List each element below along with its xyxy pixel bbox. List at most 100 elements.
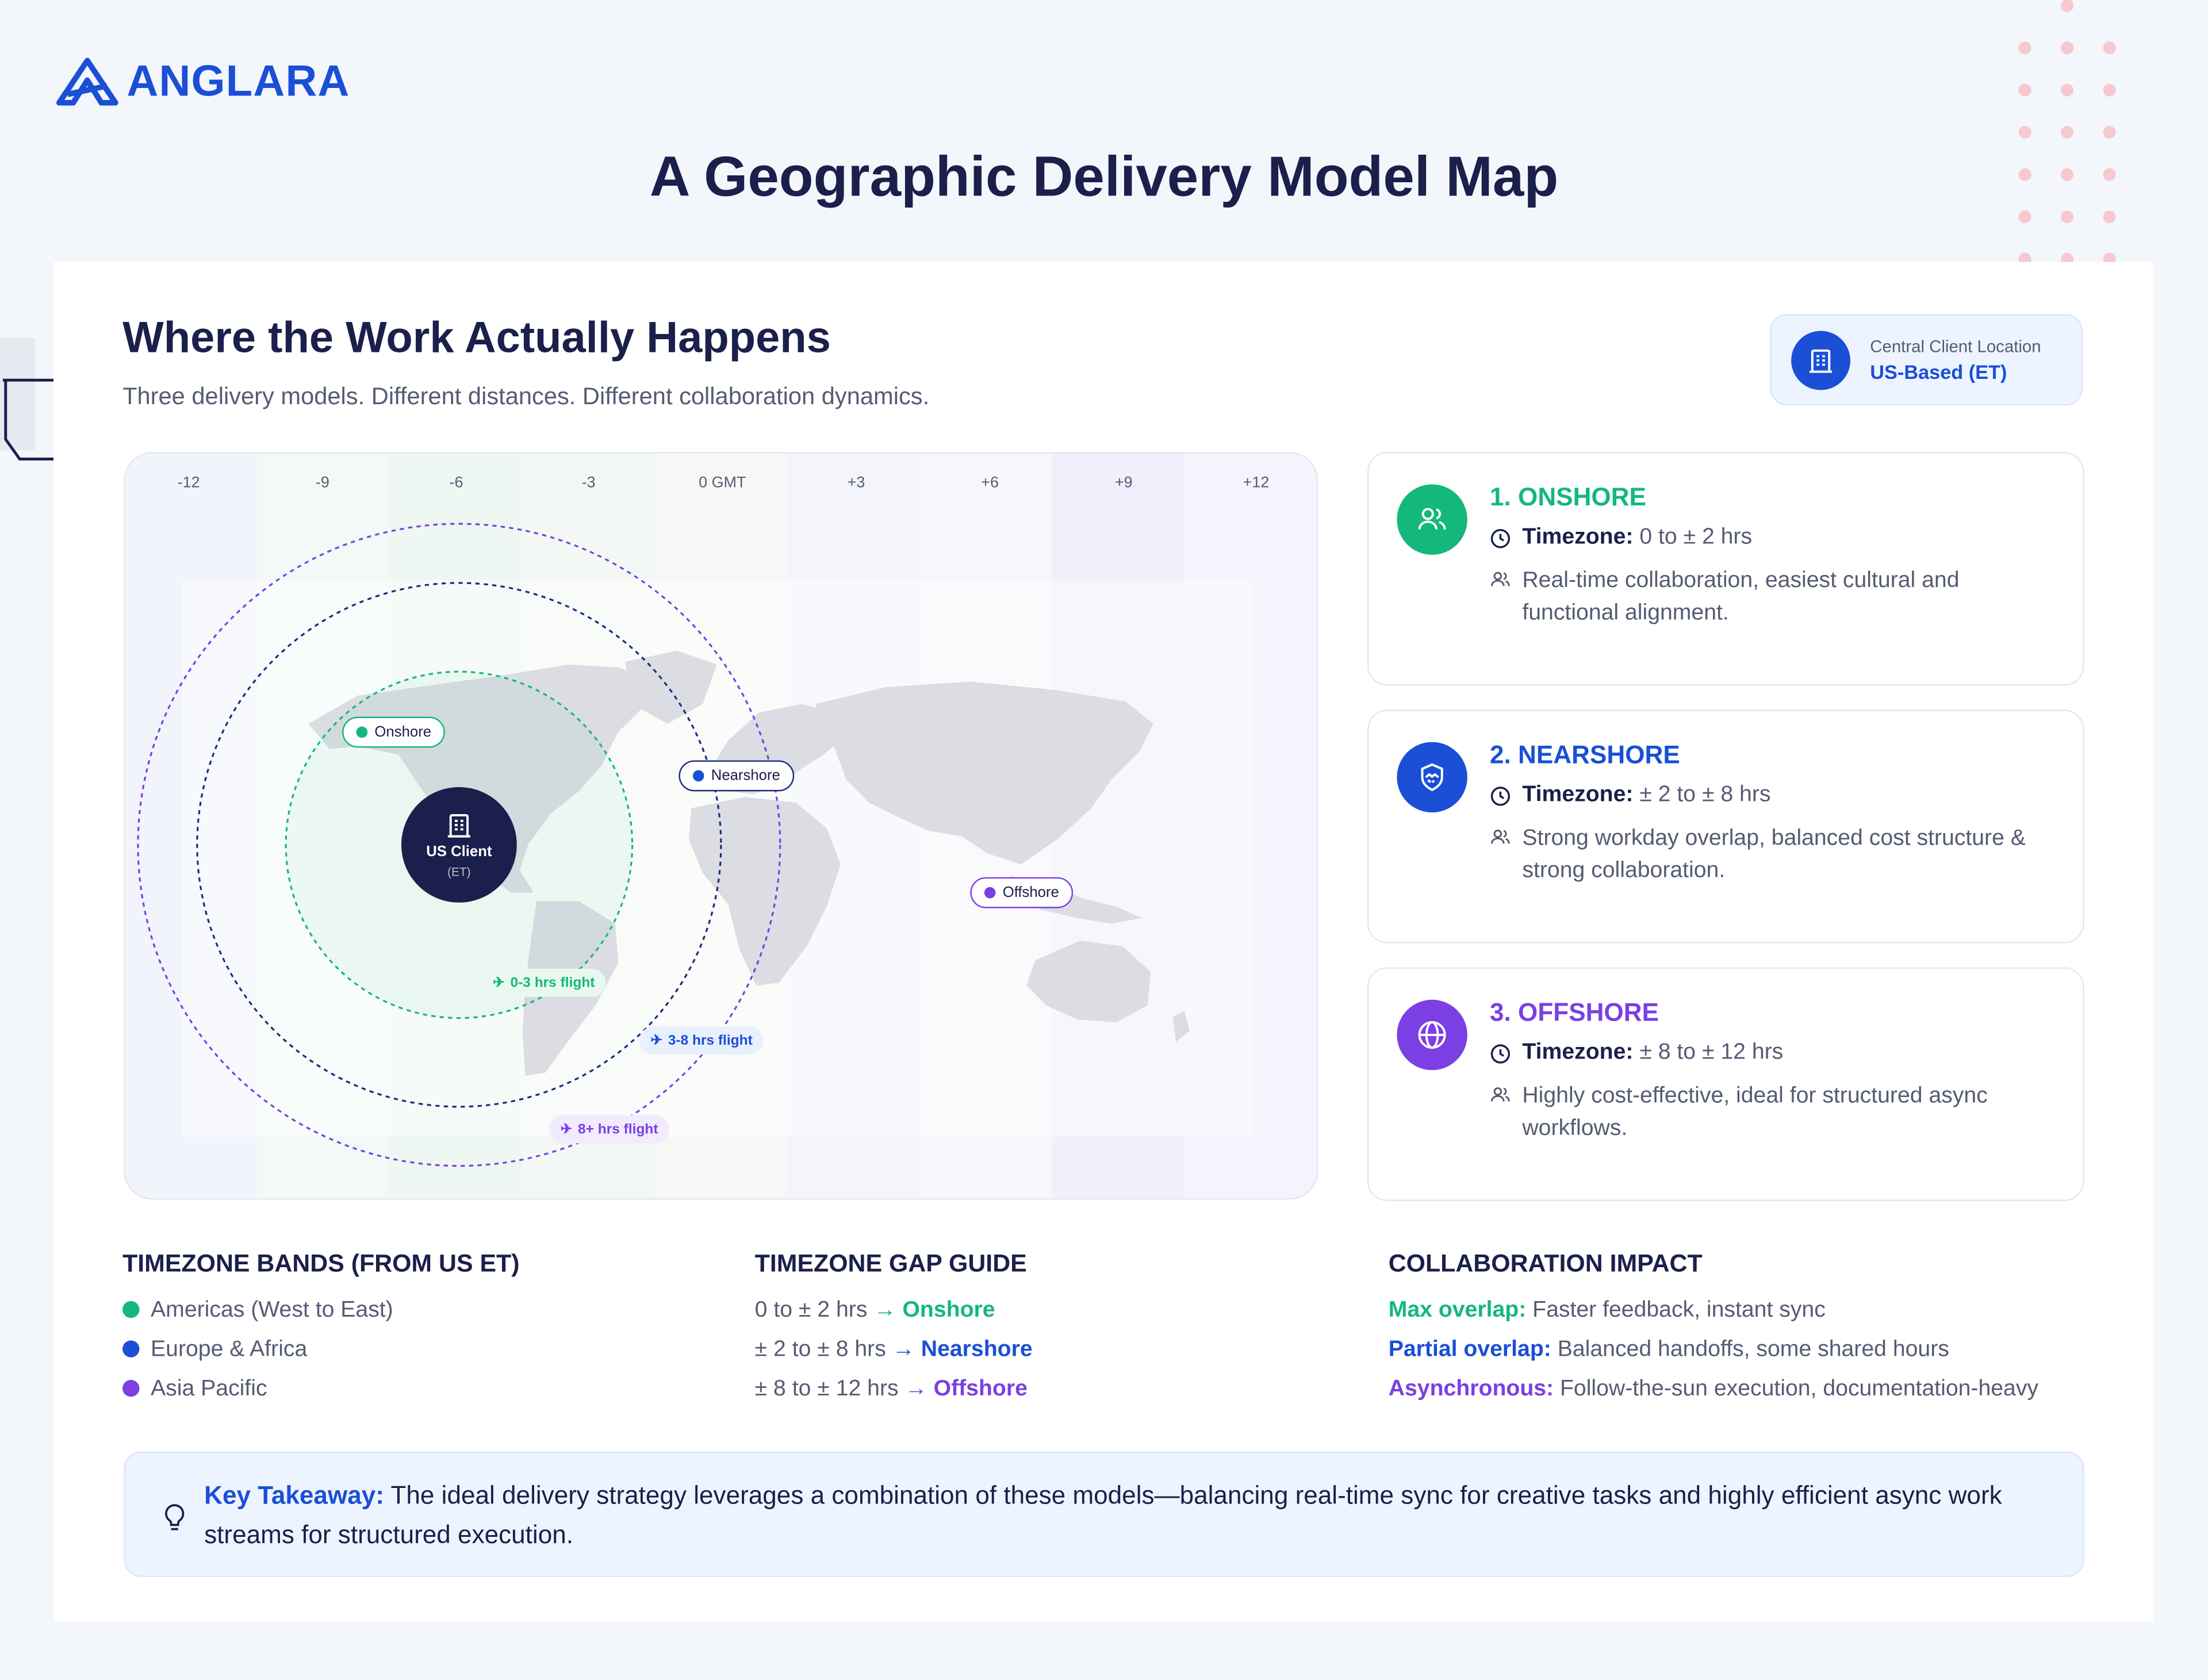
- impact-item: Asynchronous: Follow-the-sun execution, …: [1389, 1377, 2038, 1402]
- plane-icon: ✈: [560, 1121, 573, 1137]
- arrow-right-icon: →: [873, 1298, 896, 1322]
- timezone-label: Timezone:: [1522, 783, 1634, 807]
- onshore-flight-text: 0-3 hrs flight: [510, 975, 595, 991]
- onshore-card: 1. ONSHORE Timezone: 0 to ± 2 hrs Real-t…: [1367, 452, 2084, 686]
- building-icon: [447, 814, 470, 838]
- gap-guide-item: ± 8 to ± 12 hrs → Offshore: [755, 1377, 1028, 1402]
- arrow-right-icon: →: [892, 1337, 915, 1362]
- band-label: Asia Pacific: [151, 1377, 267, 1401]
- offshore-timezone: Timezone: ± 8 to ± 12 hrs: [1490, 1041, 1783, 1066]
- gap-guide-title: TIMEZONE GAP GUIDE: [754, 1249, 1027, 1278]
- timezone-label: Timezone:: [1522, 1040, 1634, 1065]
- offshore-title: 3. OFFSHORE: [1490, 998, 1659, 1027]
- brand-logo: ANGLARA: [56, 56, 350, 107]
- timezone-value: ± 8 to ± 12 hrs: [1639, 1040, 1784, 1065]
- clock-icon: [1490, 786, 1511, 806]
- impact-text: Faster feedback, instant sync: [1532, 1298, 1826, 1322]
- collaboration-impact-title: COLLABORATION IMPACT: [1388, 1249, 1703, 1278]
- offshore-flight-text: 8+ hrs flight: [578, 1121, 658, 1137]
- purple-dot-icon: [122, 1380, 140, 1397]
- impact-label: Max overlap:: [1388, 1298, 1527, 1322]
- timezone-value: ± 2 to ± 8 hrs: [1639, 783, 1771, 807]
- nearshore-flight-label: ✈ 3-8 hrs flight: [639, 1026, 764, 1055]
- gap-range: 0 to ± 2 hrs: [754, 1298, 868, 1322]
- gap-guide-item: ± 2 to ± 8 hrs → Nearshore: [755, 1338, 1033, 1363]
- impact-item: Max overlap: Faster feedback, instant sy…: [1389, 1298, 1826, 1324]
- onshore-description: Real-time collaboration, easiest cultura…: [1490, 565, 2053, 630]
- nearshore-title: 2. NEARSHORE: [1490, 741, 1680, 769]
- gap-range: ± 2 to ± 8 hrs: [754, 1337, 886, 1362]
- users-small-icon: [1490, 571, 1510, 586]
- users-small-icon: [1490, 1087, 1510, 1102]
- nearshore-timezone: Timezone: ± 2 to ± 8 hrs: [1490, 783, 1770, 808]
- offshore-description: Highly cost-effective, ideal for structu…: [1490, 1080, 2053, 1145]
- decorative-dot-grid: [2018, 0, 2116, 266]
- client-name: US Client: [426, 843, 492, 861]
- description-text: Highly cost-effective, ideal for structu…: [1522, 1084, 1988, 1141]
- offshore-dot-icon: [984, 887, 996, 899]
- key-takeaway-text: Key Takeaway: The ideal delivery strateg…: [204, 1476, 2035, 1555]
- timezone-label: Timezone:: [1522, 525, 1634, 550]
- key-takeaway-box: Key Takeaway: The ideal delivery strateg…: [124, 1451, 2084, 1577]
- gap-guide-item: 0 to ± 2 hrs → Onshore: [755, 1298, 995, 1324]
- impact-label: Partial overlap:: [1388, 1337, 1551, 1362]
- globe-icon: [1397, 999, 1467, 1071]
- client-location-label: Central Client Location: [1870, 336, 2041, 356]
- band-item: Europe & Africa: [122, 1338, 307, 1363]
- impact-text: Follow-the-sun execution, documentation-…: [1559, 1377, 2039, 1401]
- timezone-value: 0 to ± 2 hrs: [1639, 525, 1753, 550]
- onshore-pin-label: Onshore: [374, 723, 432, 741]
- nearshore-pin-label: Nearshore: [711, 767, 780, 785]
- impact-item: Partial overlap: Balanced handoffs, some…: [1389, 1338, 1949, 1363]
- impact-label: Asynchronous:: [1388, 1377, 1554, 1401]
- page-title: A Geographic Delivery Model Map: [649, 146, 1559, 209]
- clock-icon: [1490, 1044, 1511, 1063]
- us-client-marker[interactable]: US Client (ET): [401, 787, 517, 903]
- plane-icon: ✈: [493, 975, 505, 991]
- impact-text: Balanced handoffs, some shared hours: [1557, 1337, 1949, 1362]
- section-subtitle: Three delivery models. Different distanc…: [122, 383, 930, 410]
- onshore-timezone: Timezone: 0 to ± 2 hrs: [1490, 525, 1752, 550]
- nearshore-description: Strong workday overlap, balanced cost st…: [1490, 822, 2053, 887]
- nearshore-card: 2. NEARSHORE Timezone: ± 2 to ± 8 hrs St…: [1367, 709, 2084, 943]
- band-item: Asia Pacific: [122, 1377, 267, 1402]
- anglara-logo-icon: [56, 57, 118, 106]
- timezone-bands-title: TIMEZONE BANDS (FROM US ET): [122, 1249, 520, 1278]
- band-label: Americas (West to East): [151, 1298, 393, 1322]
- section-title: Where the Work Actually Happens: [122, 312, 831, 362]
- gap-model: Onshore: [902, 1298, 995, 1322]
- client-location-value: US-Based (ET): [1870, 360, 2007, 383]
- green-dot-icon: [122, 1301, 140, 1318]
- band-item: Americas (West to East): [122, 1298, 393, 1324]
- decorative-outline-shape: [2, 378, 54, 461]
- description-text: Strong workday overlap, balanced cost st…: [1522, 826, 2026, 883]
- users-small-icon: [1490, 829, 1510, 844]
- gap-model: Nearshore: [921, 1337, 1033, 1362]
- client-location-box: Central Client Location US-Based (ET): [1770, 314, 2083, 406]
- world-map-panel: -12 -9 -6 -3 0 GMT +3 +6 +9 +12 Onshore …: [124, 452, 1318, 1200]
- lightbulb-icon: [165, 1504, 185, 1531]
- gap-range: ± 8 to ± 12 hrs: [754, 1377, 899, 1401]
- handshake-icon: [1397, 742, 1467, 813]
- onshore-title: 1. ONSHORE: [1490, 483, 1646, 511]
- offshore-card: 3. OFFSHORE Timezone: ± 8 to ± 12 hrs Hi…: [1367, 967, 2084, 1201]
- blue-dot-icon: [122, 1340, 140, 1357]
- onshore-pin[interactable]: Onshore: [342, 716, 446, 748]
- plane-icon: ✈: [650, 1033, 662, 1049]
- nearshore-pin[interactable]: Nearshore: [678, 760, 795, 792]
- brand-name: ANGLARA: [126, 56, 350, 106]
- building-icon: [1791, 331, 1850, 390]
- arrow-right-icon: →: [904, 1377, 927, 1401]
- clock-icon: [1490, 528, 1511, 548]
- users-icon: [1397, 484, 1467, 555]
- band-label: Europe & Africa: [151, 1337, 308, 1362]
- gap-model: Offshore: [933, 1377, 1028, 1401]
- client-timezone: (ET): [447, 864, 471, 879]
- offshore-flight-label: ✈ 8+ hrs flight: [549, 1115, 670, 1144]
- nearshore-flight-text: 3-8 hrs flight: [668, 1033, 753, 1049]
- onshore-flight-label: ✈ 0-3 hrs flight: [481, 968, 607, 997]
- takeaway-label: Key Takeaway:: [204, 1481, 384, 1510]
- nearshore-dot-icon: [692, 770, 704, 782]
- onshore-dot-icon: [356, 726, 368, 738]
- offshore-pin[interactable]: Offshore: [970, 877, 1074, 908]
